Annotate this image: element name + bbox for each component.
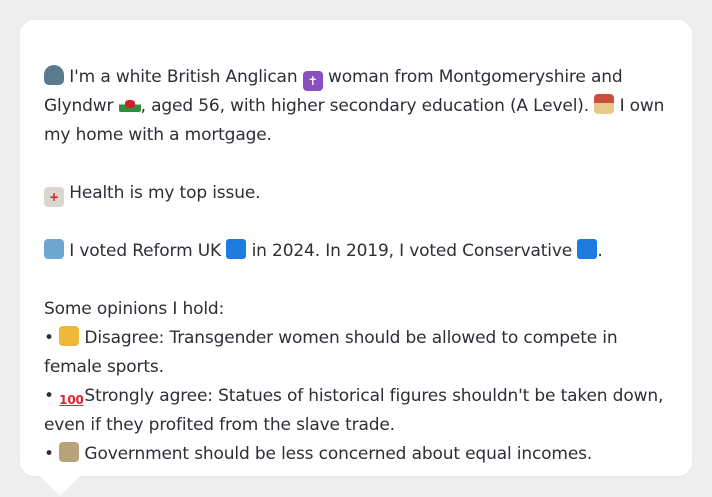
bullet: •: [44, 386, 54, 406]
opinion-text-1: Disagree: Transgender women should be al…: [44, 328, 618, 377]
bullet: •: [44, 328, 54, 348]
vote-paragraph: I voted Reform UK in 2024. In 2019, I vo…: [44, 237, 672, 266]
message-text: I'm a white British Anglican ✝ woman fro…: [44, 63, 672, 469]
blue-square-icon: [226, 239, 247, 259]
opinion-item-3: • Government should be less concerned ab…: [44, 440, 672, 469]
opinion-text-2: Strongly agree: Statues of historical fi…: [44, 386, 664, 435]
bubble-tail: [40, 476, 80, 496]
opinions-header: Some opinions I hold:: [44, 299, 225, 319]
wales-flag-icon: [118, 97, 141, 112]
health-paragraph: + Health is my top issue.: [44, 179, 672, 208]
opinion-item-1: • Disagree: Transgender women should be …: [44, 324, 672, 382]
opinion-item-2: • 100 Strongly agree: Statues of histori…: [44, 382, 672, 440]
ballot-box-icon: [44, 239, 64, 259]
vote-text-2: in 2024. In 2019, I voted Conservative: [251, 241, 573, 261]
intro-text-1: I'm a white British Anglican: [69, 67, 298, 87]
vote-text-1: I voted Reform UK: [69, 241, 222, 261]
bullet: •: [44, 444, 54, 464]
latin-cross-icon: ✝: [302, 71, 323, 91]
hospital-icon: +: [44, 187, 64, 207]
intro-paragraph: I'm a white British Anglican ✝ woman fro…: [44, 63, 672, 150]
opinion-text-3: Government should be less concerned abou…: [84, 444, 593, 464]
health-text: Health is my top issue.: [69, 183, 261, 203]
hundred-points-icon: 100: [59, 393, 84, 407]
house-icon: [594, 94, 615, 114]
vote-text-3: .: [597, 241, 603, 261]
intro-text-3: , aged 56, with higher secondary educati…: [140, 96, 590, 116]
thumbs-down-icon: [59, 326, 80, 346]
blue-square-icon: [577, 239, 598, 259]
judge-icon: [59, 442, 80, 462]
message-bubble: I'm a white British Anglican ✝ woman fro…: [20, 20, 692, 476]
person-icon: [44, 65, 64, 85]
